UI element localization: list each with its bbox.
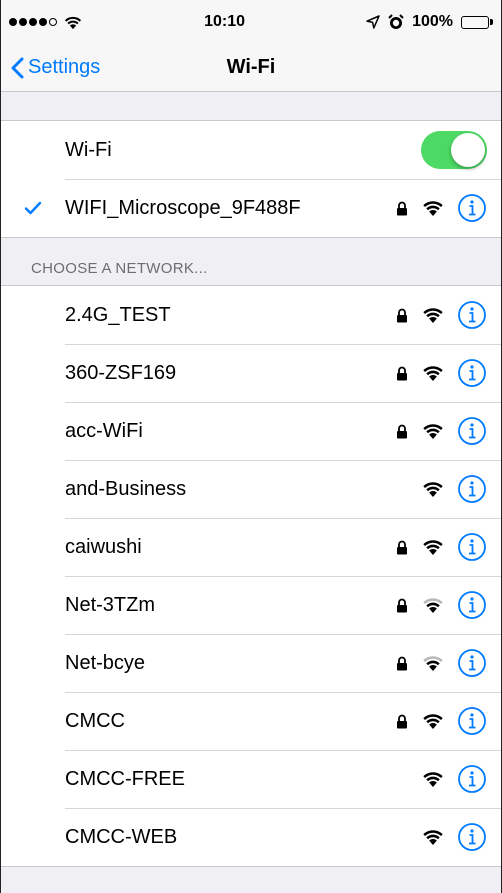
wifi-group: Wi-Fi WIFI_Microscope_9F488F — [1, 120, 501, 238]
network-row[interactable]: Net-3TZm — [1, 576, 501, 634]
network-trailing — [395, 764, 501, 794]
status-time: 10:10 — [204, 13, 245, 30]
wifi-signal-icon — [421, 199, 445, 217]
info-icon[interactable] — [457, 590, 487, 620]
info-icon[interactable] — [457, 532, 487, 562]
network-trailing — [395, 300, 501, 330]
network-list: 2.4G_TEST 360-ZSF169 acc-WiFi and-Business c… — [1, 285, 501, 867]
battery-body — [461, 15, 489, 29]
info-icon[interactable] — [457, 764, 487, 794]
battery-tip — [490, 19, 493, 25]
lock-icon — [395, 539, 409, 555]
wifi-signal-icon — [421, 596, 445, 614]
network-name: CMCC — [65, 709, 125, 732]
network-row[interactable]: caiwushi — [1, 518, 501, 576]
signal-dot — [29, 18, 37, 26]
network-trailing — [395, 706, 501, 736]
info-icon[interactable] — [457, 358, 487, 388]
lock-icon — [395, 365, 409, 381]
lock-icon — [395, 597, 409, 613]
status-bar: 10:10 100% — [1, 0, 501, 44]
back-button[interactable]: Settings — [1, 56, 100, 79]
network-row[interactable]: CMCC-FREE — [1, 750, 501, 808]
network-row[interactable]: 360-ZSF169 — [1, 344, 501, 402]
wifi-signal-icon — [421, 422, 445, 440]
wifi-signal-icon — [421, 364, 445, 382]
status-left — [9, 15, 83, 30]
status-right: 100% — [366, 13, 493, 31]
info-icon[interactable] — [457, 474, 487, 504]
section-header: CHOOSE A NETWORK... — [31, 260, 208, 277]
top-spacer — [1, 92, 501, 120]
network-row[interactable]: CMCC — [1, 692, 501, 750]
wifi-signal-icon — [421, 654, 445, 672]
network-trailing — [395, 474, 501, 504]
lock-icon — [395, 655, 409, 671]
connected-network-name: WIFI_Microscope_9F488F — [65, 196, 301, 219]
info-icon[interactable] — [457, 648, 487, 678]
network-row[interactable]: CMCC-WEB — [1, 808, 501, 866]
alarm-clock-icon — [388, 14, 404, 30]
connected-network-row[interactable]: WIFI_Microscope_9F488F — [1, 179, 501, 237]
network-trailing — [395, 358, 501, 388]
network-trailing — [395, 822, 501, 852]
network-trailing — [395, 590, 501, 620]
wifi-settings-screen: 10:10 100% Settings Wi-Fi Wi-Fi WIFI_Mic… — [0, 0, 502, 893]
network-name: caiwushi — [65, 535, 142, 558]
network-row[interactable]: Net-bcye — [1, 634, 501, 692]
lock-icon — [395, 307, 409, 323]
lock-icon — [395, 423, 409, 439]
signal-dot — [19, 18, 27, 26]
battery-icon — [461, 15, 493, 29]
network-name: 2.4G_TEST — [65, 303, 171, 326]
battery-percent: 100% — [412, 13, 453, 30]
back-label: Settings — [28, 56, 101, 78]
info-icon[interactable] — [457, 706, 487, 736]
network-name: CMCC-WEB — [65, 825, 178, 848]
network-trailing — [395, 532, 501, 562]
info-icon[interactable] — [457, 416, 487, 446]
network-name: Net-3TZm — [65, 593, 155, 616]
network-trailing — [395, 416, 501, 446]
signal-dot — [9, 18, 17, 26]
wifi-toggle-label: Wi-Fi — [65, 138, 112, 161]
wifi-signal-icon — [421, 712, 445, 730]
lock-icon — [395, 713, 409, 729]
network-trailing — [395, 648, 501, 678]
network-row[interactable]: and-Business — [1, 460, 501, 518]
info-icon[interactable] — [457, 193, 487, 223]
navigation-bar: Settings Wi-Fi — [1, 44, 501, 92]
lock-icon — [395, 200, 409, 216]
wifi-status-icon — [63, 15, 83, 30]
wifi-toggle-switch[interactable] — [421, 131, 487, 169]
wifi-signal-icon — [421, 770, 445, 788]
wifi-toggle-row: Wi-Fi — [1, 121, 501, 179]
wifi-signal-icon — [421, 828, 445, 846]
signal-dot — [49, 18, 57, 26]
connected-network-trailing — [395, 193, 501, 223]
location-arrow-icon — [366, 15, 380, 29]
network-row[interactable]: 2.4G_TEST — [1, 286, 501, 344]
network-name: and-Business — [65, 477, 187, 500]
wifi-signal-icon — [421, 538, 445, 556]
checkmark-icon — [1, 201, 65, 215]
wifi-signal-icon — [421, 306, 445, 324]
network-row[interactable]: acc-WiFi — [1, 402, 501, 460]
wifi-signal-icon — [421, 480, 445, 498]
network-name: acc-WiFi — [65, 419, 143, 442]
signal-dot — [39, 18, 47, 26]
toggle-knob — [451, 133, 485, 167]
chevron-left-icon — [11, 57, 24, 79]
network-name: 360-ZSF169 — [65, 361, 177, 384]
network-name: CMCC-FREE — [65, 767, 185, 790]
info-icon[interactable] — [457, 300, 487, 330]
info-icon[interactable] — [457, 822, 487, 852]
network-name: Net-bcye — [65, 651, 146, 674]
cell-signal-icon — [9, 18, 57, 26]
